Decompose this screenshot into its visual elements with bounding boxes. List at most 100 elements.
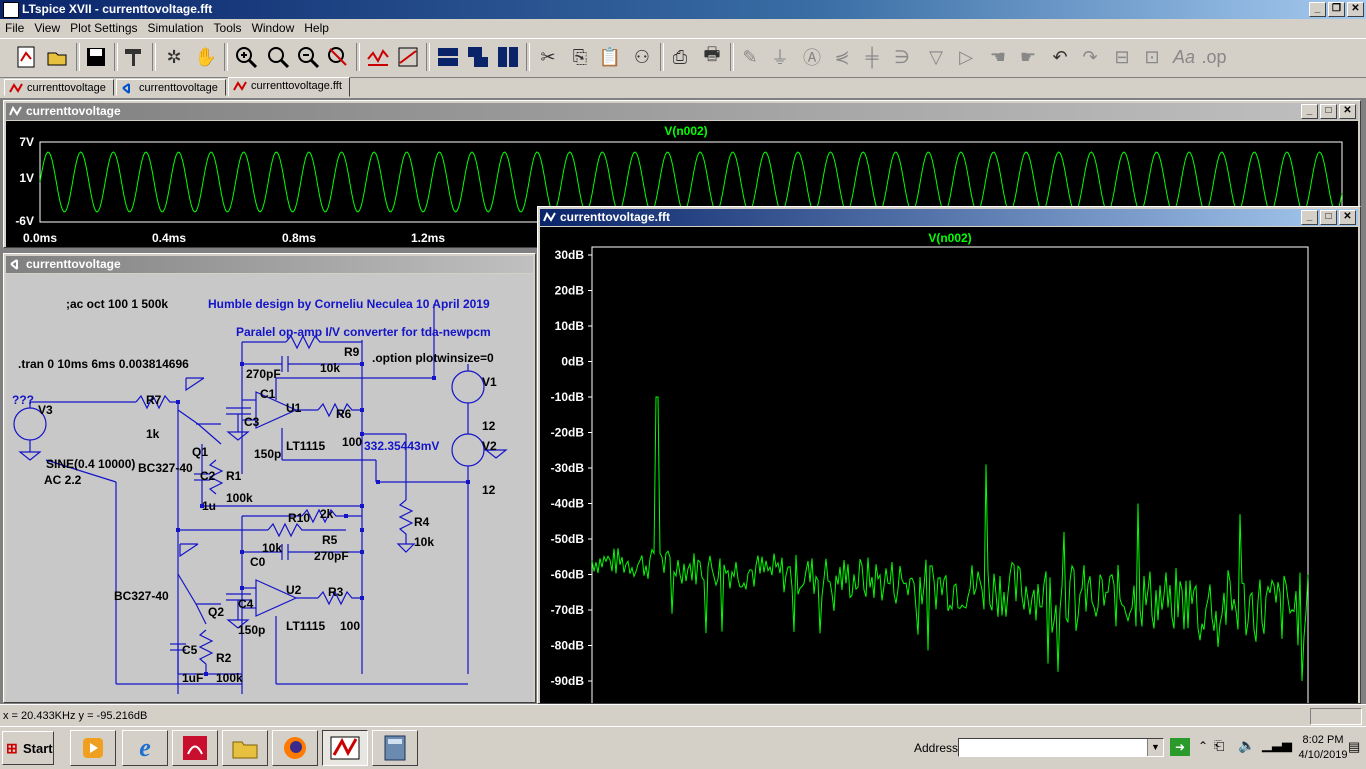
schematic-label-c0v[interactable]: 270pF	[314, 549, 349, 563]
transient-window-title-bar[interactable]: currenttovoltage _ □ ✕	[6, 103, 1358, 120]
zoom-out-icon[interactable]	[294, 43, 322, 71]
close-button[interactable]: ✕	[1339, 210, 1356, 225]
tab-fft-plot[interactable]: currenttovoltage.fft	[228, 77, 350, 97]
schematic-label-r10[interactable]: R10	[288, 511, 310, 525]
schematic-label-v2v[interactable]: 12	[482, 483, 496, 497]
schematic-label-r6v[interactable]: 100	[342, 435, 362, 449]
close-button[interactable]: ✕	[1347, 2, 1364, 17]
schematic-label-q2[interactable]: Q2	[208, 605, 224, 619]
minimize-button[interactable]: _	[1301, 104, 1318, 119]
schematic-label-r5v[interactable]: 2k	[320, 507, 334, 521]
paste-icon[interactable]: 📋	[596, 43, 624, 71]
ground-icon[interactable]: ⏚	[766, 43, 794, 71]
ltspice-taskbar-icon[interactable]	[322, 730, 368, 766]
save-icon[interactable]	[82, 43, 110, 71]
schematic-label-u1[interactable]: U1	[286, 401, 302, 415]
schematic-label-title1[interactable]: Humble design by Corneliu Neculea 10 Apr…	[208, 297, 490, 311]
schematic-label-q[interactable]: ???	[12, 393, 34, 407]
rotate-icon[interactable]: ⊟	[1108, 43, 1136, 71]
halt-hand-icon[interactable]: ✋	[192, 43, 220, 71]
menu-plot-settings[interactable]: Plot Settings	[65, 19, 142, 35]
menu-simulation[interactable]: Simulation	[143, 19, 209, 35]
schematic-label-u2[interactable]: U2	[286, 583, 302, 597]
print-icon[interactable]: 🖶	[698, 43, 726, 71]
minimize-button[interactable]: _	[1301, 210, 1318, 225]
schematic-label-c3v[interactable]: 150p	[254, 447, 281, 461]
ltspice-app-icon[interactable]	[3, 2, 19, 18]
schematic-label-ac[interactable]: ;ac oct 100 1 500k	[66, 297, 168, 311]
menu-tools[interactable]: Tools	[209, 19, 247, 35]
menu-window[interactable]: Window	[247, 19, 300, 35]
fft-plot-area[interactable]: V(n002) 30dB 20dB 10dB 0dB -10dB -20dB -30dB -4…	[540, 227, 1358, 718]
schematic-label-r7[interactable]: R7	[146, 393, 162, 407]
pan-icon[interactable]	[264, 43, 292, 71]
print-preview-icon[interactable]: ⎙	[666, 43, 694, 71]
schematic-label-c5[interactable]: C5	[182, 643, 198, 657]
run-icon[interactable]: ✲	[160, 43, 188, 71]
text-icon[interactable]: Aa	[1170, 43, 1198, 71]
redo-icon[interactable]: ↷	[1076, 43, 1104, 71]
notification-icon[interactable]: ▤	[1348, 739, 1360, 755]
schematic-label-v1[interactable]: V1	[482, 375, 497, 389]
fft-window-title-bar[interactable]: currenttovoltage.fft _ □ ✕	[540, 209, 1358, 226]
diode-icon[interactable]: ▽	[922, 43, 950, 71]
schematic-label-r9v[interactable]: 10k	[320, 361, 340, 375]
schematic-label-c1[interactable]: C1	[260, 387, 276, 401]
inductor-icon[interactable]: ∋	[888, 43, 916, 71]
schematic-label-r1v[interactable]: 100k	[226, 491, 253, 505]
chevron-down-icon[interactable]: ▼	[1147, 739, 1163, 756]
label-net-icon[interactable]: Ⓐ	[798, 43, 826, 71]
schematic-label-c5v[interactable]: 1uF	[182, 671, 203, 685]
spice-directive-icon[interactable]: .op	[1200, 43, 1228, 71]
tray-expand-icon[interactable]: ⌃	[1198, 739, 1208, 753]
schematic-label-r2[interactable]: R2	[216, 651, 232, 665]
menu-help[interactable]: Help	[299, 19, 334, 35]
tile-horizontal-icon[interactable]	[434, 43, 462, 71]
schematic-label-c0[interactable]: C0	[250, 555, 266, 569]
system-clock[interactable]: 8:02 PM 4/10/2019	[1292, 733, 1354, 763]
schematic-label-r6[interactable]: R6	[336, 407, 352, 421]
schematic-window[interactable]: currenttovoltage ;ac oct 100 1 500k .tra…	[3, 253, 536, 703]
schematic-label-c3[interactable]: C3	[244, 415, 260, 429]
fft-plot-window[interactable]: currenttovoltage.fft _ □ ✕ V(n002) 30dB 2…	[537, 206, 1361, 718]
undo-icon[interactable]: ↶	[1046, 43, 1074, 71]
schematic-label-v2[interactable]: V2	[482, 439, 497, 453]
mirror-icon[interactable]: ⊡	[1138, 43, 1166, 71]
schematic-label-r7v[interactable]: 1k	[146, 427, 160, 441]
maximize-button[interactable]: □	[1320, 210, 1337, 225]
menu-view[interactable]: View	[29, 19, 65, 35]
draw-wire-icon[interactable]: ✎	[736, 43, 764, 71]
schematic-label-q2t[interactable]: BC327-40	[114, 589, 169, 603]
internet-explorer-icon[interactable]: e	[122, 730, 168, 766]
network-signal-icon[interactable]: ▁▃▅	[1262, 737, 1292, 753]
go-arrow-icon[interactable]: ➜	[1170, 738, 1190, 756]
find-binoculars-icon[interactable]: ⚇	[628, 43, 656, 71]
zoom-fit-icon[interactable]	[324, 43, 352, 71]
cut-icon[interactable]: ✂	[534, 43, 562, 71]
minimize-button[interactable]: _	[1309, 2, 1326, 17]
schematic-label-tran[interactable]: .tran 0 10ms 6ms 0.003814696	[18, 357, 189, 371]
schematic-label-r9[interactable]: R9	[344, 345, 360, 359]
schematic-label-r10v[interactable]: 10k	[262, 541, 282, 555]
firefox-icon[interactable]	[272, 730, 318, 766]
usb-device-icon[interactable]: ⎗	[1214, 738, 1224, 754]
file-explorer-icon[interactable]	[222, 730, 268, 766]
resistor-icon[interactable]: ⋞	[828, 43, 856, 71]
trace-name[interactable]: V(n002)	[664, 124, 707, 138]
schematic-label-ac22[interactable]: AC 2.2	[44, 473, 82, 487]
schematic-label-c4[interactable]: C4	[238, 597, 254, 611]
component-icon[interactable]: ▷	[952, 43, 980, 71]
schematic-canvas[interactable]: ;ac oct 100 1 500k .tran 0 10ms 6ms 0.003…	[6, 274, 533, 702]
cascade-icon[interactable]	[464, 43, 492, 71]
schematic-label-r3[interactable]: R3	[328, 585, 344, 599]
schematic-label-r4[interactable]: R4	[414, 515, 430, 529]
plot-probe-icon[interactable]	[394, 43, 422, 71]
zoom-in-icon[interactable]	[232, 43, 260, 71]
tile-vertical-icon[interactable]	[494, 43, 522, 71]
autorange-icon[interactable]	[364, 43, 392, 71]
menu-file[interactable]: File	[0, 19, 29, 35]
tab-schematic[interactable]: currenttovoltage	[116, 79, 226, 96]
schematic-label-r1[interactable]: R1	[226, 469, 242, 483]
start-button[interactable]: ⊞ Start	[2, 731, 54, 765]
address-input[interactable]: ▼	[958, 738, 1164, 757]
